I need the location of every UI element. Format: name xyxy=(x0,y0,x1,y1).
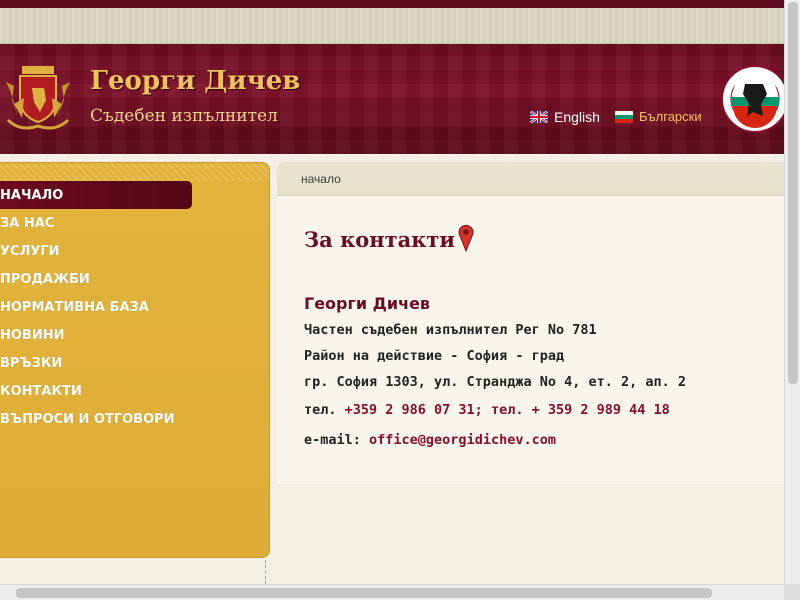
contact-phones: тел. +359 2 986 07 31; тел. + 359 2 989 … xyxy=(304,402,670,418)
scrollbar-corner xyxy=(784,584,800,600)
contact-area: Район на действие - София - град xyxy=(304,348,565,364)
phone-prefix: тел. xyxy=(304,402,345,418)
site-header: Георги Дичев Съдебен изпълнител English … xyxy=(0,44,784,154)
horizontal-scrollbar-thumb[interactable] xyxy=(16,588,712,598)
map-pin-icon[interactable] xyxy=(457,224,475,252)
bulgaria-flag-icon xyxy=(615,110,633,123)
nav-item-news[interactable]: НОВИНИ xyxy=(0,321,270,349)
phone-link[interactable]: +359 2 986 07 31; тел. + 359 2 989 44 18 xyxy=(345,402,670,418)
nav-item-about[interactable]: ЗА НАС xyxy=(0,209,270,237)
language-english-link[interactable]: English xyxy=(530,109,600,125)
chamber-of-bailiffs-seal-icon xyxy=(721,65,784,133)
email-link[interactable]: office@georgidichev.com xyxy=(369,432,556,448)
contact-name: Георги Дичев xyxy=(304,294,431,313)
breadcrumb: начало xyxy=(277,162,784,196)
breadcrumb-current: начало xyxy=(301,171,341,186)
site-title[interactable]: Георги Дичев xyxy=(90,66,300,96)
contact-heading: За контакти xyxy=(304,224,475,252)
uk-flag-icon xyxy=(530,111,548,123)
nav-item-contacts[interactable]: КОНТАКТИ xyxy=(0,377,270,405)
language-english-label[interactable]: English xyxy=(554,109,600,125)
horizontal-scrollbar[interactable] xyxy=(0,584,784,600)
top-band xyxy=(0,8,784,44)
top-strip xyxy=(0,0,784,8)
language-bulgarian-link[interactable]: Български xyxy=(615,109,702,124)
contact-registration: Частен съдебен изпълнител Рег No 781 xyxy=(304,322,597,338)
bulgarian-coat-of-arms-icon[interactable] xyxy=(0,60,76,132)
nav-item-faq[interactable]: ВЪПРОСИ И ОТГОВОРИ xyxy=(0,405,270,433)
main-navigation: НАЧАЛО ЗА НАС УСЛУГИ ПРОДАЖБИ НОРМАТИВНА… xyxy=(0,181,270,433)
contact-address: гр. София 1303, ул. Странджа No 4, ет. 2… xyxy=(304,374,687,390)
contact-email: e-mail: office@georgidichev.com xyxy=(304,432,556,448)
nav-item-services[interactable]: УСЛУГИ xyxy=(0,237,270,265)
nav-item-links[interactable]: ВРЪЗКИ xyxy=(0,349,270,377)
nav-item-home[interactable]: НАЧАЛО xyxy=(0,181,192,209)
page-title: За контакти xyxy=(304,227,455,252)
sidebar: НАЧАЛО ЗА НАС УСЛУГИ ПРОДАЖБИ НОРМАТИВНА… xyxy=(0,162,270,558)
vertical-scrollbar-thumb[interactable] xyxy=(788,2,798,384)
nav-item-sales[interactable]: ПРОДАЖБИ xyxy=(0,265,270,293)
vertical-scrollbar[interactable] xyxy=(784,0,800,584)
nav-item-legal-base[interactable]: НОРМАТИВНА БАЗА xyxy=(0,293,270,321)
language-bulgarian-label[interactable]: Български xyxy=(639,109,702,124)
site-subtitle: Съдебен изпълнител xyxy=(90,106,278,126)
divider xyxy=(265,560,266,584)
email-prefix: e-mail: xyxy=(304,432,370,448)
main-content: начало За контакти Георги Дичев Частен с… xyxy=(277,162,784,484)
